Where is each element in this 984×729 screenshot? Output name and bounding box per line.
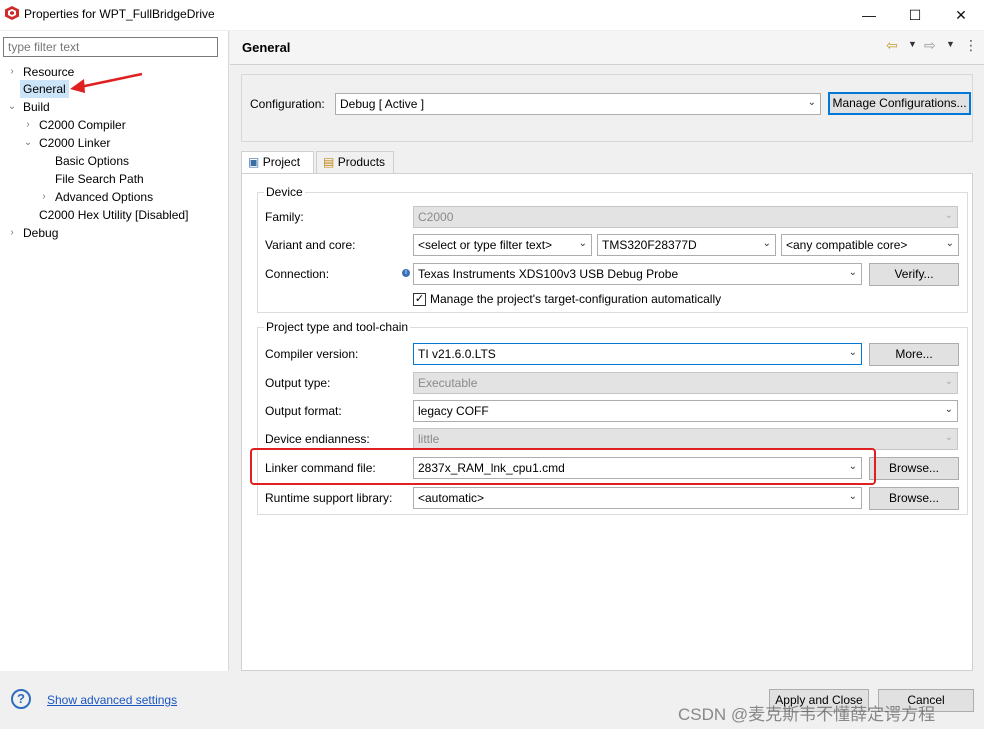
red-arrow-annotation — [70, 72, 143, 93]
more-button[interactable]: More... — [869, 343, 959, 366]
device-endianness-select: little ⌄ — [413, 428, 958, 450]
back-dropdown-icon[interactable]: ▼ — [908, 39, 917, 49]
show-advanced-settings-link[interactable]: Show advanced settings — [47, 693, 177, 707]
compiler-version-select[interactable]: TI v21.6.0.LTS ⌄ — [413, 343, 862, 365]
products-icon: ▤ — [323, 155, 335, 169]
chevron-down-icon: ⌄ — [944, 432, 953, 443]
output-format-value: legacy COFF — [418, 404, 489, 418]
chevron-down-icon: ⌄ — [944, 404, 953, 415]
tab-products-label: Products — [337, 155, 386, 169]
maximize-button[interactable]: ☐ — [892, 0, 938, 30]
project-tab-content: Device Family: C2000 ⌄ Variant and core:… — [241, 173, 973, 671]
tree-item-c2000-compiler[interactable]: C2000 Compiler — [39, 116, 126, 134]
chevron-right-icon[interactable]: › — [7, 63, 17, 81]
title-bar: Properties for WPT_FullBridgeDrive — ☐ ✕ — [0, 0, 984, 30]
variant-filter-select[interactable]: <select or type filter text> ⌄ — [413, 234, 592, 256]
output-type-select: Executable ⌄ — [413, 372, 958, 394]
help-icon[interactable]: ? — [11, 689, 31, 709]
device-endianness-label: Device endianness: — [265, 432, 370, 446]
chevron-right-icon[interactable]: › — [7, 224, 17, 242]
tree-item-c2000-linker[interactable]: C2000 Linker — [39, 134, 110, 152]
minimize-button[interactable]: — — [846, 0, 892, 30]
core-value: <any compatible core> — [786, 238, 908, 252]
tree-item-file-search-path[interactable]: File Search Path — [55, 170, 144, 188]
chevron-down-icon: ⌄ — [944, 210, 953, 221]
navigation-pane: type filter text › Resource General ⌄ Bu… — [0, 31, 229, 671]
forward-dropdown-icon[interactable]: ▼ — [946, 39, 955, 49]
chevron-down-icon: ⌄ — [807, 97, 816, 108]
variant-filter-value: <select or type filter text> — [418, 238, 553, 252]
compiler-version-value: TI v21.6.0.LTS — [418, 347, 496, 361]
back-arrow-icon[interactable]: ⇦ — [886, 37, 898, 55]
tab-project[interactable]: ▣ Project — [241, 151, 314, 174]
browse-runtime-button[interactable]: Browse... — [869, 487, 959, 510]
family-value: C2000 — [418, 210, 454, 224]
window-title: Properties for WPT_FullBridgeDrive — [24, 7, 215, 21]
chevron-down-icon: ⌄ — [848, 267, 857, 278]
configuration-panel: Configuration: Debug [ Active ] ⌄ Manage… — [241, 74, 973, 142]
runtime-library-select[interactable]: <automatic> ⌄ — [413, 487, 862, 509]
app-icon — [5, 6, 19, 20]
watermark: CSDN @麦克斯韦不懂薛定谔方程 — [678, 705, 936, 724]
output-format-select[interactable]: legacy COFF ⌄ — [413, 400, 958, 422]
runtime-library-value: <automatic> — [418, 491, 485, 505]
connection-value: Texas Instruments XDS100v3 USB Debug Pro… — [418, 267, 679, 281]
manage-configurations-button[interactable]: Manage Configurations... — [828, 92, 971, 115]
chevron-down-icon: ⌄ — [945, 238, 954, 249]
close-button[interactable]: ✕ — [938, 0, 984, 30]
variant-value: TMS320F28377D — [602, 238, 697, 252]
family-label: Family: — [265, 210, 304, 224]
tree-item-general[interactable]: General — [20, 80, 69, 98]
configuration-label: Configuration: — [250, 97, 325, 111]
red-highlight-annotation — [250, 448, 876, 485]
connection-label: Connection: — [265, 267, 330, 281]
dialog-footer: ? Show advanced settings Apply and Close… — [0, 672, 984, 729]
tab-products[interactable]: ▤ Products — [316, 151, 394, 173]
more-options-icon[interactable]: ⋮ — [964, 37, 978, 55]
tree-item-c2000-hex-utility[interactable]: C2000 Hex Utility [Disabled] — [39, 206, 188, 224]
configuration-select[interactable]: Debug [ Active ] ⌄ — [335, 93, 821, 115]
chevron-down-icon: ⌄ — [848, 491, 857, 502]
page-title: General — [242, 40, 291, 55]
device-group: Device Family: C2000 ⌄ Variant and core:… — [257, 185, 968, 313]
page-header: General ⇦ ▼ ⇨ ▼ ⋮ — [230, 31, 984, 65]
variant-select[interactable]: TMS320F28377D ⌄ — [597, 234, 776, 256]
tree-item-build[interactable]: Build — [23, 98, 50, 116]
variant-label: Variant and core: — [265, 238, 356, 252]
forward-arrow-icon[interactable]: ⇨ — [924, 37, 936, 55]
tree-item-advanced-options[interactable]: Advanced Options — [55, 188, 153, 206]
device-group-title: Device — [264, 185, 305, 199]
device-endianness-value: little — [418, 432, 440, 446]
connection-select[interactable]: Texas Instruments XDS100v3 USB Debug Pro… — [413, 263, 862, 285]
manage-target-config-label: Manage the project's target-configuratio… — [430, 292, 722, 306]
manage-target-config-checkbox[interactable]: ✓ — [413, 293, 426, 306]
configuration-value: Debug [ Active ] — [340, 97, 425, 111]
chevron-down-icon[interactable]: ⌄ — [7, 98, 17, 116]
output-format-label: Output format: — [265, 404, 342, 418]
tree-item-basic-options[interactable]: Basic Options — [55, 152, 129, 170]
chevron-down-icon: ⌄ — [762, 238, 771, 249]
tree-item-debug[interactable]: Debug — [23, 224, 58, 242]
tab-project-label: Project — [262, 155, 301, 169]
chevron-right-icon[interactable]: › — [39, 188, 49, 206]
chevron-down-icon: ⌄ — [848, 347, 857, 358]
output-type-value: Executable — [418, 376, 478, 390]
toolchain-group-title: Project type and tool-chain — [264, 320, 411, 334]
core-select[interactable]: <any compatible core> ⌄ — [781, 234, 959, 256]
output-type-label: Output type: — [265, 376, 331, 390]
runtime-library-label: Runtime support library: — [265, 491, 393, 505]
family-select: C2000 ⌄ — [413, 206, 958, 228]
chevron-down-icon[interactable]: ⌄ — [23, 134, 33, 152]
info-icon: i — [402, 269, 410, 277]
chevron-down-icon: ⌄ — [944, 376, 953, 387]
browse-linker-button[interactable]: Browse... — [869, 457, 959, 480]
filter-input[interactable]: type filter text — [3, 37, 218, 57]
chevron-right-icon[interactable]: › — [23, 116, 33, 134]
toolchain-group: Project type and tool-chain Compiler ver… — [257, 320, 968, 515]
properties-page: General ⇦ ▼ ⇨ ▼ ⋮ Configuration: Debug [… — [230, 31, 984, 671]
project-icon: ▣ — [248, 155, 260, 169]
chevron-down-icon: ⌄ — [578, 238, 587, 249]
verify-button[interactable]: Verify... — [869, 263, 959, 286]
compiler-version-label: Compiler version: — [265, 347, 359, 361]
